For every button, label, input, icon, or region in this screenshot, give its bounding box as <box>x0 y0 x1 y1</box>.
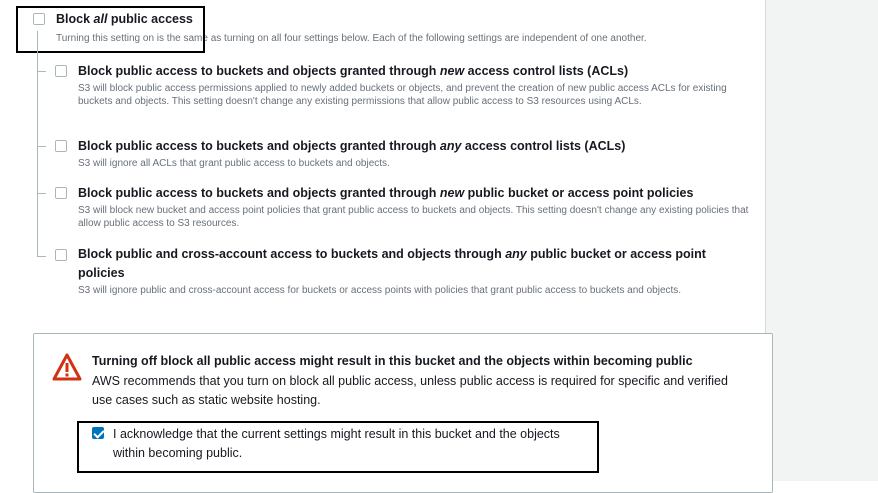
tree-connector <box>37 31 38 257</box>
option-new-policies-description: S3 will block new bucket and access poin… <box>78 205 749 229</box>
option-any-acls-description: S3 will ignore all ACLs that grant publi… <box>78 158 390 169</box>
option-new-policies-checkbox[interactable] <box>55 187 67 199</box>
tree-branch <box>37 146 46 147</box>
option-any-policies-title: Block public and cross-account access to… <box>78 247 706 261</box>
warning-description: AWS recommends that you turn on block al… <box>92 374 728 407</box>
right-side-panel <box>765 0 878 481</box>
option-new-acls-checkbox[interactable] <box>55 65 67 77</box>
tree-branch <box>37 193 46 194</box>
option-any-acls-title: Block public access to buckets and objec… <box>78 139 626 153</box>
option-new-policies-title: Block public access to buckets and objec… <box>78 186 694 200</box>
option-any-policies-title-line2: policies <box>78 266 125 280</box>
option-any-policies-checkbox[interactable] <box>55 249 67 261</box>
warning-icon <box>52 353 82 381</box>
option-any-acls-checkbox[interactable] <box>55 140 67 152</box>
highlight-box-block-all <box>16 6 205 53</box>
option-new-acls-title: Block public access to buckets and objec… <box>78 64 629 78</box>
option-any-policies-description: S3 will ignore public and cross-account … <box>78 285 682 296</box>
tree-branch <box>37 256 46 257</box>
highlight-box-acknowledge <box>77 421 599 473</box>
tree-branch <box>37 71 46 72</box>
option-new-acls-description: S3 will block public access permissions … <box>78 83 727 107</box>
warning-title: Turning off block all public access migh… <box>92 354 693 368</box>
